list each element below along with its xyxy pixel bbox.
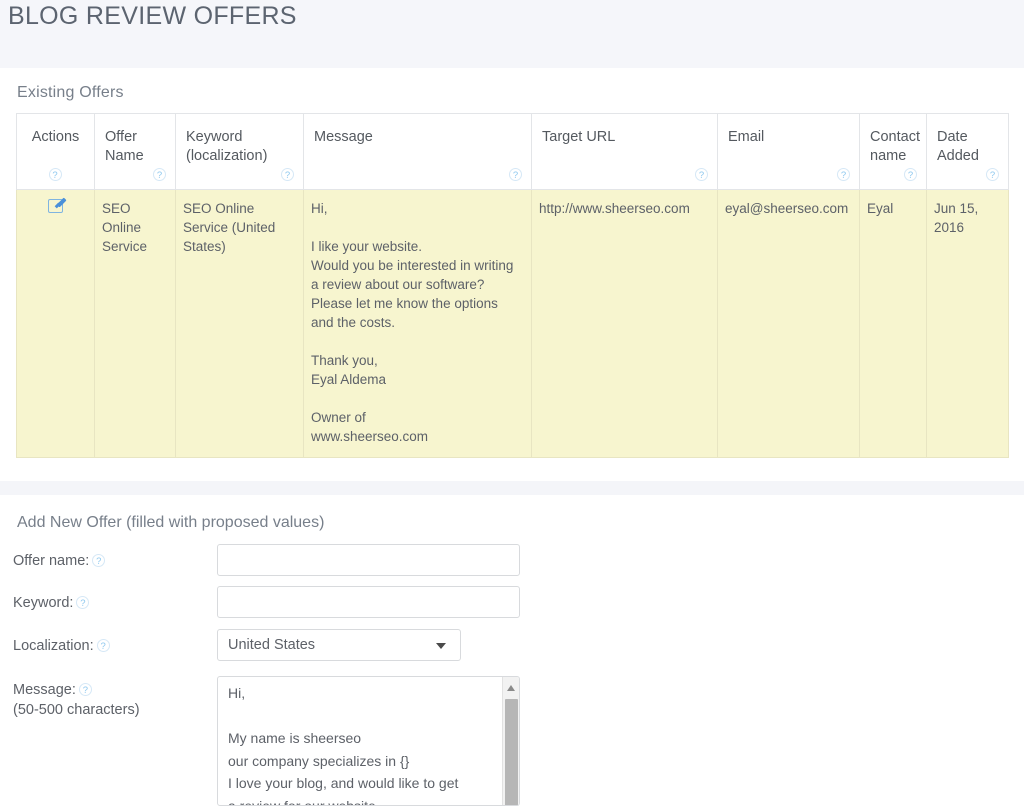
cell-offer-name: SEO Online Service — [94, 189, 176, 458]
section-divider-band — [0, 481, 1024, 495]
help-icon-field-message[interactable]: ? — [78, 682, 92, 696]
column-header-target-url: Target URL ? — [531, 113, 718, 190]
keyword-input[interactable] — [217, 586, 520, 618]
column-header-actions: Actions ? — [16, 113, 95, 190]
label-message-sublabel: (50-500 characters) — [13, 702, 140, 718]
column-label-date-added: Date Added — [937, 129, 979, 164]
label-message-text: Message: — [13, 682, 76, 698]
message-scrollbar[interactable] — [502, 677, 519, 805]
column-label-target-url: Target URL — [542, 129, 616, 145]
help-icon-date-added[interactable]: ? — [986, 168, 999, 181]
column-label-contact-name: Contact name — [870, 129, 920, 164]
help-icon-offer-name[interactable]: ? — [153, 168, 166, 181]
cell-target-url: http://www.sheerseo.com — [531, 189, 718, 458]
label-offer-name: Offer name:? — [13, 551, 106, 571]
column-label-actions: Actions — [31, 129, 80, 145]
cell-email: eyal@sheerseo.com — [717, 189, 860, 458]
label-message: Message:? (50-500 characters) — [13, 680, 140, 720]
table-header-row: Actions ? Offer Name ? Keyword (localiza… — [16, 113, 1009, 190]
cell-keyword: SEO Online Service (United States) — [175, 189, 304, 458]
existing-offers-title: Existing Offers — [17, 84, 124, 101]
label-keyword-text: Keyword: — [13, 595, 74, 611]
help-icon-field-offer-name[interactable]: ? — [92, 553, 106, 567]
edit-icon[interactable] — [48, 199, 63, 213]
chevron-down-icon — [436, 643, 446, 649]
help-icon-message[interactable]: ? — [509, 168, 522, 181]
localization-selected-value: United States — [228, 637, 316, 653]
label-localization-text: Localization: — [13, 638, 94, 654]
cell-message: Hi, I like your website. Would you be in… — [303, 189, 532, 458]
column-header-email: Email ? — [717, 113, 860, 190]
column-label-offer-name: Offer Name — [105, 129, 144, 164]
column-header-date-added: Date Added ? — [926, 113, 1009, 190]
column-header-offer-name: Offer Name ? — [94, 113, 176, 190]
page-root: BLOG REVIEW OFFERS Existing Offers Actio… — [0, 0, 1024, 806]
help-icon-email[interactable]: ? — [837, 168, 850, 181]
cell-contact-name: Eyal — [859, 189, 927, 458]
offer-name-input[interactable] — [217, 544, 520, 576]
help-icon-field-localization[interactable]: ? — [96, 638, 110, 652]
message-textarea-value[interactable]: Hi, My name is sheerseo our company spec… — [228, 682, 493, 805]
help-icon-keyword[interactable]: ? — [281, 168, 294, 181]
scroll-up-arrow-icon[interactable] — [507, 685, 515, 691]
column-label-message: Message — [314, 129, 373, 145]
label-localization: Localization:? — [13, 636, 110, 656]
column-header-message: Message ? — [303, 113, 532, 190]
help-icon-contact-name[interactable]: ? — [904, 168, 917, 181]
help-icon-actions[interactable]: ? — [48, 168, 62, 181]
cell-actions — [16, 189, 95, 458]
column-label-email: Email — [728, 129, 765, 145]
add-new-offer-title: Add New Offer (filled with proposed valu… — [17, 514, 325, 531]
column-label-keyword: Keyword (localization) — [186, 129, 268, 164]
message-textarea-wrapper[interactable]: Hi, My name is sheerseo our company spec… — [217, 676, 520, 806]
column-header-contact-name: Contact name ? — [859, 113, 927, 190]
help-icon-field-keyword[interactable]: ? — [76, 595, 90, 609]
cell-date-added: Jun 15, 2016 — [926, 189, 1009, 458]
existing-offers-panel: Existing Offers Actions ? Offer Name ? K… — [0, 68, 1024, 476]
column-header-keyword: Keyword (localization) ? — [175, 113, 304, 190]
localization-select[interactable]: United States — [217, 629, 461, 661]
help-icon-target-url[interactable]: ? — [695, 168, 708, 181]
page-header: BLOG REVIEW OFFERS — [0, 0, 1024, 68]
scrollbar-thumb[interactable] — [505, 699, 518, 805]
label-keyword: Keyword:? — [13, 593, 90, 613]
page-title: BLOG REVIEW OFFERS — [8, 2, 297, 30]
label-offer-name-text: Offer name: — [13, 553, 90, 569]
table-row: SEO Online Service SEO Online Service (U… — [16, 189, 1009, 458]
existing-offers-table: Actions ? Offer Name ? Keyword (localiza… — [16, 113, 1009, 458]
